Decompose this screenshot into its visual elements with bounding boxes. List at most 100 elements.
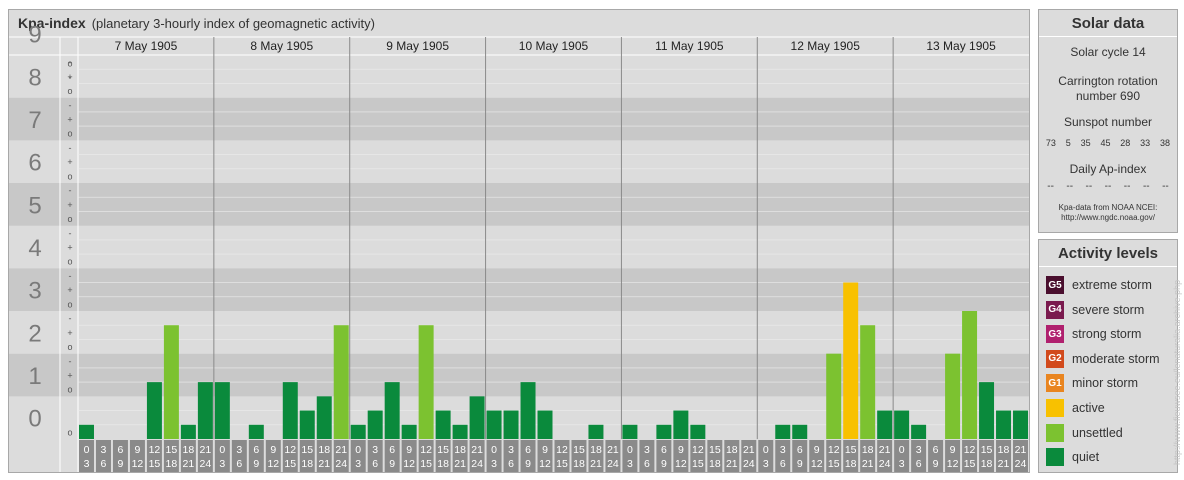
- y-minor-label: +: [67, 371, 72, 381]
- interval-end-label: 18: [845, 458, 857, 470]
- interval-start-label: 0: [899, 444, 905, 456]
- interval-end-label: 24: [335, 458, 347, 470]
- interval-end-label: 9: [118, 458, 124, 470]
- interval-end-label: 21: [318, 458, 330, 470]
- interval-end-label: 24: [879, 458, 891, 470]
- sunspot-value: 73: [1045, 138, 1056, 148]
- kp-bar: [163, 325, 179, 439]
- ap-value: --: [1104, 181, 1112, 192]
- day-label: 13 May 1905: [926, 39, 996, 53]
- activity-level-item: G3 strong storm: [1046, 324, 1141, 344]
- interval-end-label: 3: [627, 458, 633, 470]
- kp-bar: [962, 311, 978, 439]
- activity-level-swatch: G4: [1046, 300, 1064, 319]
- kp-bar: [146, 382, 162, 439]
- interval-end-label: 15: [420, 458, 432, 470]
- kp-bar: [350, 424, 366, 439]
- interval-start-label: 21: [200, 444, 212, 456]
- y-minor-label: o: [67, 257, 72, 267]
- interval-start-label: 3: [508, 444, 514, 456]
- interval-end-label: 3: [899, 458, 905, 470]
- interval-end-label: 21: [726, 458, 738, 470]
- solar-data-title: Solar data: [1039, 10, 1177, 37]
- kp-band-0: [9, 396, 1029, 439]
- y-minor-label: -: [69, 100, 72, 110]
- interval-start-label: 21: [879, 444, 891, 456]
- kp-bar: [180, 424, 196, 439]
- y-minor-label: +: [67, 328, 72, 338]
- interval-start-label: 12: [149, 444, 161, 456]
- kp-bar: [673, 410, 689, 439]
- interval-start-label: 15: [573, 444, 585, 456]
- y-minor-label: -: [69, 228, 72, 238]
- interval-end-label: 3: [491, 458, 497, 470]
- activity-level-swatch: [1046, 399, 1064, 417]
- solar-cycle: Solar cycle 14: [1070, 45, 1146, 59]
- y-tick-label: 0: [28, 406, 41, 433]
- daily-ap-title: Daily Ap-index: [1069, 162, 1147, 176]
- kp-band-8: [9, 55, 1029, 98]
- kp-band-3: [9, 268, 1029, 311]
- credit-line-1: Kpa-data from NOAA NCEI:: [1058, 203, 1158, 212]
- activity-level-swatch: G5: [1046, 276, 1064, 294]
- y-tick-label: 5: [28, 192, 41, 219]
- interval-start-label: 18: [318, 444, 330, 456]
- interval-end-label: 21: [454, 458, 466, 470]
- interval-start-label: 9: [135, 444, 141, 456]
- kp-bar: [775, 424, 791, 439]
- activity-levels-title: Activity levels: [1039, 240, 1177, 267]
- kp-band-5: [9, 183, 1029, 226]
- kp-bar: [418, 325, 434, 439]
- interval-end-label: 15: [149, 458, 161, 470]
- interval-end-label: 15: [284, 458, 296, 470]
- y-minor-label: o: [67, 171, 72, 181]
- interval-start-label: 18: [183, 444, 195, 456]
- interval-start-label: 0: [491, 444, 497, 456]
- interval-start-label: 15: [166, 444, 178, 456]
- interval-start-label: 3: [101, 444, 107, 456]
- kp-bar: [877, 410, 893, 439]
- kp-bar: [520, 382, 536, 439]
- interval-end-label: 6: [916, 458, 922, 470]
- interval-end-label: 12: [267, 458, 279, 470]
- interval-end-label: 21: [862, 458, 874, 470]
- interval-end-label: 9: [797, 458, 803, 470]
- activity-level-item: active: [1046, 398, 1105, 418]
- interval-start-label: 18: [454, 444, 466, 456]
- interval-end-label: 12: [675, 458, 687, 470]
- interval-end-label: 3: [84, 458, 90, 470]
- y-tick-label: 6: [28, 150, 41, 177]
- interval-end-label: 12: [403, 458, 415, 470]
- watermark: http://www.fieuwsee.eu/lenaturalia.archi…: [1172, 279, 1182, 465]
- y-minor-label: o: [67, 129, 72, 139]
- interval-start-label: 3: [236, 444, 242, 456]
- kp-bar: [690, 424, 706, 439]
- interval-end-label: 21: [998, 458, 1010, 470]
- interval-end-label: 18: [437, 458, 449, 470]
- interval-end-label: 12: [811, 458, 823, 470]
- interval-start-label: 3: [780, 444, 786, 456]
- interval-start-label: 21: [335, 444, 347, 456]
- activity-level-label: quiet: [1072, 450, 1100, 465]
- y-minor-label: o: [67, 427, 72, 437]
- interval-end-label: 6: [236, 458, 242, 470]
- kp-bar: [1013, 410, 1028, 439]
- kp-band-2: [9, 311, 1029, 354]
- kp-bar: [282, 382, 298, 439]
- y-minor-label: o: [67, 86, 72, 96]
- activity-level-label: minor storm: [1072, 376, 1138, 391]
- interval-start-label: 9: [406, 444, 412, 456]
- interval-end-label: 12: [132, 458, 144, 470]
- activity-level-item: G2 moderate storm: [1046, 349, 1160, 369]
- interval-end-label: 12: [539, 458, 551, 470]
- kp-bar: [860, 325, 876, 439]
- activity-levels-panel: Activity levels G5 extreme storm G4 severe …: [1038, 239, 1178, 473]
- kp-bar: [588, 424, 604, 439]
- kp-bar: [299, 410, 315, 439]
- interval-start-label: 12: [828, 444, 840, 456]
- activity-level-item: G5 extreme storm: [1046, 275, 1152, 295]
- y-minor-label: -: [69, 356, 72, 366]
- interval-end-label: 6: [101, 458, 107, 470]
- ap-value: --: [1047, 181, 1054, 192]
- activity-level-label: moderate storm: [1072, 351, 1160, 366]
